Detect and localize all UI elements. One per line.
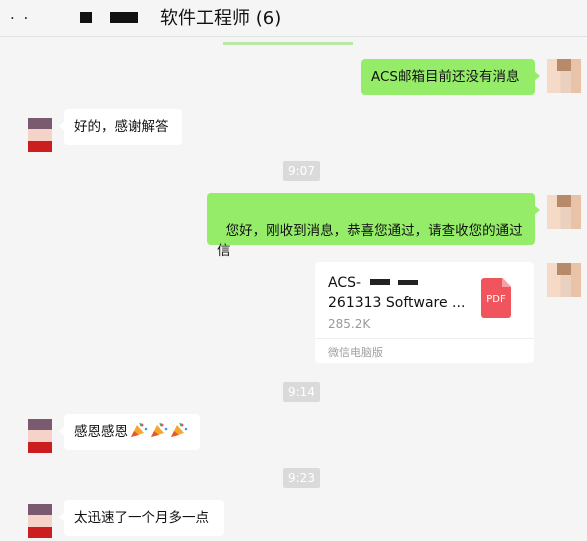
message-text: 您好，刚收到消息，恭喜您通过，请查收您的通过 信 [217, 223, 523, 259]
title-prefix: . . [10, 5, 31, 23]
pdf-icon-label: PDF [486, 294, 506, 305]
party-popper-icon [151, 422, 168, 437]
file-name: ACS- 261313 Software ... [328, 275, 466, 311]
chat-header: . . 软件工程师 (6) [0, 0, 587, 37]
message-bubble-sent[interactable]: 您好，刚收到消息，恭喜您通过，请查收您的通过 信 [207, 193, 540, 259]
contact-avatar[interactable] [28, 419, 52, 453]
message-text: ACS邮箱目前还没有消息 [371, 69, 520, 85]
previous-bubble-edge [223, 42, 353, 45]
my-avatar[interactable] [547, 263, 581, 297]
file-size: 285.2K [328, 317, 371, 331]
message-text: 太迅速了一个月多一点 [74, 510, 209, 526]
timestamp: 9:07 [283, 161, 320, 181]
timestamp: 9:23 [283, 468, 320, 488]
message-text: 感恩感恩 [74, 424, 128, 440]
timestamp: 9:14 [283, 382, 320, 402]
redacted-block [80, 12, 92, 23]
message-bubble-received[interactable]: 太迅速了一个月多一点 [59, 500, 224, 536]
divider [315, 338, 534, 339]
contact-avatar[interactable] [28, 504, 52, 538]
redacted-block [110, 12, 138, 23]
message-bubble-received[interactable]: 好的，感谢解答 [59, 109, 182, 145]
message-bubble-sent[interactable]: ACS邮箱目前还没有消息 [361, 59, 540, 95]
party-popper-icon [131, 422, 148, 437]
party-popper-icon [171, 422, 188, 437]
redacted-block [370, 279, 390, 285]
contact-avatar[interactable] [28, 118, 52, 152]
file-source-label: 微信电脑版 [328, 346, 383, 359]
message-bubble-received[interactable]: 感恩感恩 [59, 414, 200, 450]
my-avatar[interactable] [547, 195, 581, 229]
file-message-card[interactable]: ACS- 261313 Software ... 285.2K PDF 微信电脑… [315, 262, 534, 363]
my-avatar[interactable] [547, 59, 581, 93]
redacted-block [398, 280, 418, 285]
chat-title[interactable]: 软件工程师 (6) [160, 4, 281, 30]
message-text: 好的，感谢解答 [74, 119, 169, 135]
